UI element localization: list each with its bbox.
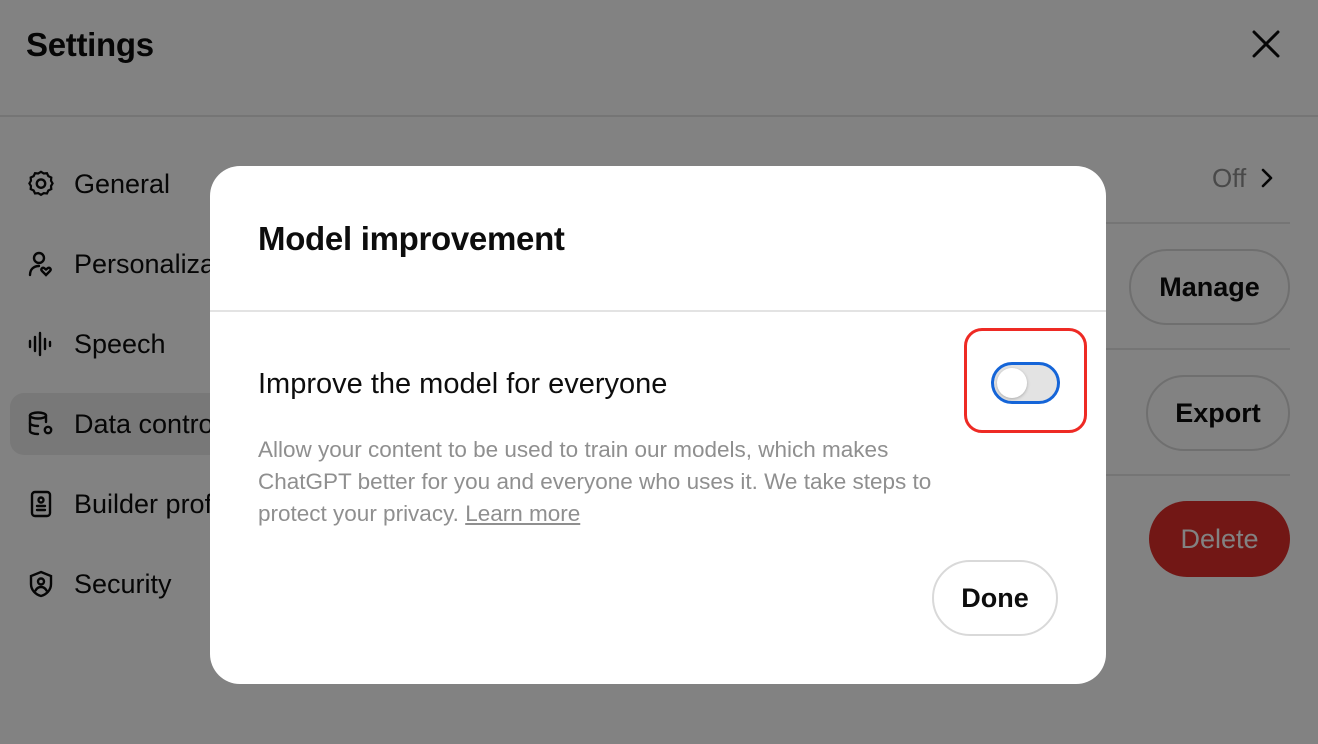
dialog-divider <box>210 310 1106 312</box>
dialog-title: Model improvement <box>258 220 565 257</box>
dialog-description: Allow your content to be used to train o… <box>258 434 948 530</box>
improve-model-toggle[interactable] <box>991 362 1060 404</box>
improve-model-label: Improve the model for everyone <box>258 368 668 400</box>
done-button[interactable]: Done <box>932 560 1058 636</box>
toggle-knob <box>997 368 1027 398</box>
model-improvement-dialog: Model improvement Improve the model for … <box>210 166 1106 684</box>
learn-more-link[interactable]: Learn more <box>465 501 580 526</box>
description-text: Allow your content to be used to train o… <box>258 437 932 526</box>
